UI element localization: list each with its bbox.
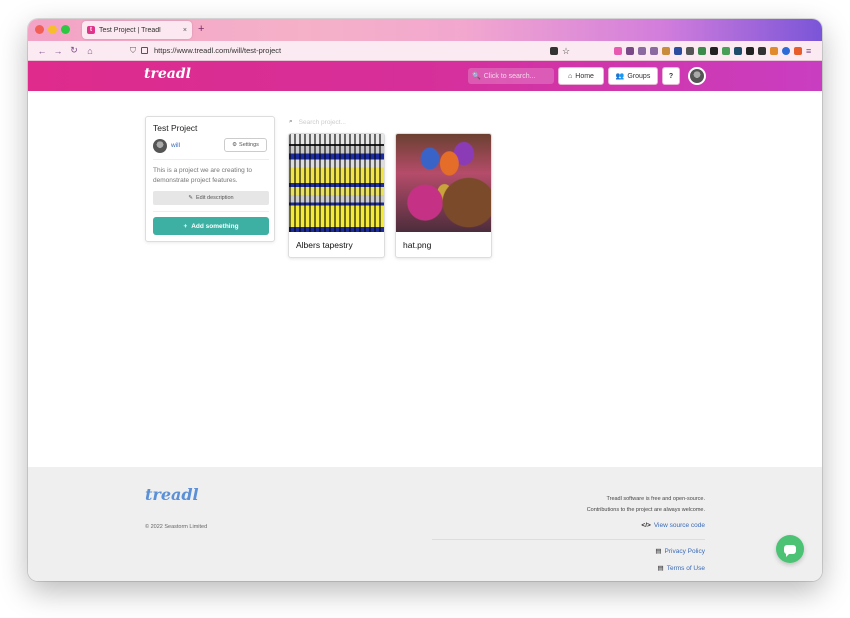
help-button[interactable]: ? bbox=[662, 67, 680, 85]
extension-icon[interactable] bbox=[686, 46, 694, 55]
open-source-text: Treadl software is free and open-source. bbox=[606, 496, 705, 502]
tab-strip: t Test Project | Treadl × + bbox=[28, 19, 822, 41]
divider bbox=[153, 211, 269, 212]
pencil-icon: ✎ bbox=[188, 195, 193, 201]
pocket-icon[interactable] bbox=[614, 46, 622, 55]
address-bar[interactable]: ⛉ https://www.treadl.com/will/test-proje… bbox=[130, 46, 550, 56]
sidebar-icon[interactable] bbox=[650, 46, 658, 55]
extension-icon[interactable] bbox=[722, 46, 730, 55]
project-search-placeholder: Search project... bbox=[298, 118, 346, 126]
forward-icon[interactable]: → bbox=[50, 46, 66, 56]
tab-title: Test Project | Treadl bbox=[99, 26, 161, 34]
divider bbox=[153, 159, 269, 160]
reload-icon[interactable]: ↻ bbox=[66, 45, 82, 56]
owner-link[interactable]: will bbox=[171, 142, 180, 149]
house-icon: ⌂ bbox=[568, 72, 573, 80]
object-card[interactable]: Albers tapestry bbox=[288, 133, 385, 258]
contributions-text: Contributions to the project are always … bbox=[586, 507, 705, 513]
extension-icon[interactable] bbox=[770, 46, 778, 55]
maximize-window-button[interactable] bbox=[61, 25, 70, 34]
browser-tab[interactable]: t Test Project | Treadl × bbox=[82, 21, 192, 39]
object-name: hat.png bbox=[403, 240, 432, 250]
help-label: ? bbox=[668, 72, 674, 80]
object-card[interactable]: hat.png bbox=[395, 133, 492, 258]
search-placeholder: Click to search... bbox=[483, 72, 536, 80]
terms-link[interactable]: ▤ Terms of Use bbox=[657, 564, 705, 573]
url-text: https://www.treadl.com/will/test-project bbox=[154, 46, 282, 55]
add-something-button[interactable]: + Add something bbox=[153, 217, 269, 235]
extension-icon[interactable] bbox=[746, 46, 754, 55]
object-thumbnail bbox=[396, 134, 491, 232]
project-search-input[interactable]: ⌕ Search project... bbox=[289, 118, 346, 126]
groups-button-label: Groups bbox=[627, 72, 651, 80]
minimize-window-button[interactable] bbox=[48, 25, 57, 34]
add-something-label: Add something bbox=[191, 222, 239, 230]
home-button-label: Home bbox=[575, 72, 594, 80]
extension-icon[interactable] bbox=[794, 46, 802, 55]
groups-button[interactable]: 👥 Groups bbox=[608, 67, 658, 85]
privacy-label: Privacy Policy bbox=[664, 547, 705, 555]
project-description: This is a project we are creating to dem… bbox=[153, 167, 252, 184]
browser-nav-bar: ← → ↻ ⌂ ⛉ https://www.treadl.com/will/te… bbox=[28, 41, 822, 61]
users-icon: 👥 bbox=[615, 73, 625, 80]
bookmark-star-icon[interactable]: ☆ bbox=[562, 46, 570, 55]
gear-icon: ⚙ bbox=[232, 142, 238, 148]
search-icon: ⌕ bbox=[289, 118, 293, 125]
privacy-policy-link[interactable]: ▤ Privacy Policy bbox=[655, 547, 705, 556]
close-window-button[interactable] bbox=[35, 25, 44, 34]
user-avatar[interactable] bbox=[688, 67, 706, 85]
object-name: Albers tapestry bbox=[296, 240, 353, 250]
home-icon[interactable]: ⌂ bbox=[82, 46, 98, 56]
view-source-link[interactable]: </> View source code bbox=[641, 522, 705, 529]
extension-icon[interactable] bbox=[662, 46, 670, 55]
view-source-label: View source code bbox=[653, 522, 705, 529]
plus-icon: + bbox=[183, 222, 188, 230]
owner-avatar[interactable] bbox=[153, 139, 167, 153]
search-icon: 🔍 bbox=[472, 73, 481, 80]
page-footer: treadl © 2022 Seastorm Limited Treadl so… bbox=[28, 467, 822, 581]
chat-button[interactable] bbox=[776, 535, 804, 563]
object-thumbnail bbox=[289, 134, 384, 232]
project-title: Test Project bbox=[153, 123, 198, 133]
library-icon[interactable] bbox=[638, 46, 646, 55]
browser-window: t Test Project | Treadl × + ← → ↻ ⌂ ⛉ ht… bbox=[28, 19, 822, 581]
downloads-icon[interactable] bbox=[626, 46, 634, 55]
edit-description-label: Edit description bbox=[196, 195, 234, 201]
edit-description-button[interactable]: ✎ Edit description bbox=[153, 191, 269, 205]
settings-label: Settings bbox=[239, 142, 259, 148]
extensions-toolbar: ☆ ≡ bbox=[550, 46, 814, 55]
extension-icon[interactable] bbox=[674, 46, 682, 55]
divider bbox=[432, 539, 705, 540]
extension-icon[interactable] bbox=[758, 46, 766, 55]
shield-icon: ⛉ bbox=[130, 45, 136, 55]
close-tab-icon[interactable]: × bbox=[183, 27, 187, 34]
copyright-text: © 2022 Seastorm Limited bbox=[145, 524, 208, 530]
back-icon[interactable]: ← bbox=[34, 46, 50, 56]
new-tab-button[interactable]: + bbox=[198, 23, 204, 35]
lock-icon bbox=[141, 47, 148, 54]
app-header: treadl 🔍 Click to search... ⌂ Home 👥 Gro… bbox=[28, 61, 822, 91]
footer-logo: treadl bbox=[145, 485, 199, 504]
home-button[interactable]: ⌂ Home bbox=[558, 67, 604, 85]
terms-label: Terms of Use bbox=[666, 564, 705, 572]
project-info-card: Test Project will ⚙ Settings This is a p… bbox=[145, 116, 275, 242]
document-icon: ▤ bbox=[655, 548, 662, 555]
global-search-input[interactable]: 🔍 Click to search... bbox=[468, 68, 554, 84]
code-icon: </> bbox=[641, 522, 651, 529]
treadl-favicon-icon: t bbox=[87, 26, 95, 34]
extension-icon[interactable] bbox=[698, 46, 706, 55]
settings-button[interactable]: ⚙ Settings bbox=[224, 138, 267, 152]
chat-bubble-icon bbox=[784, 544, 796, 557]
extension-icon[interactable] bbox=[710, 46, 718, 55]
extension-icon[interactable] bbox=[734, 46, 742, 55]
treadl-logo[interactable]: treadl bbox=[144, 66, 191, 82]
extension-icon[interactable] bbox=[782, 46, 790, 55]
qr-code-icon[interactable] bbox=[550, 46, 558, 55]
menu-icon[interactable]: ≡ bbox=[806, 46, 814, 55]
document-icon: ▤ bbox=[657, 565, 664, 572]
